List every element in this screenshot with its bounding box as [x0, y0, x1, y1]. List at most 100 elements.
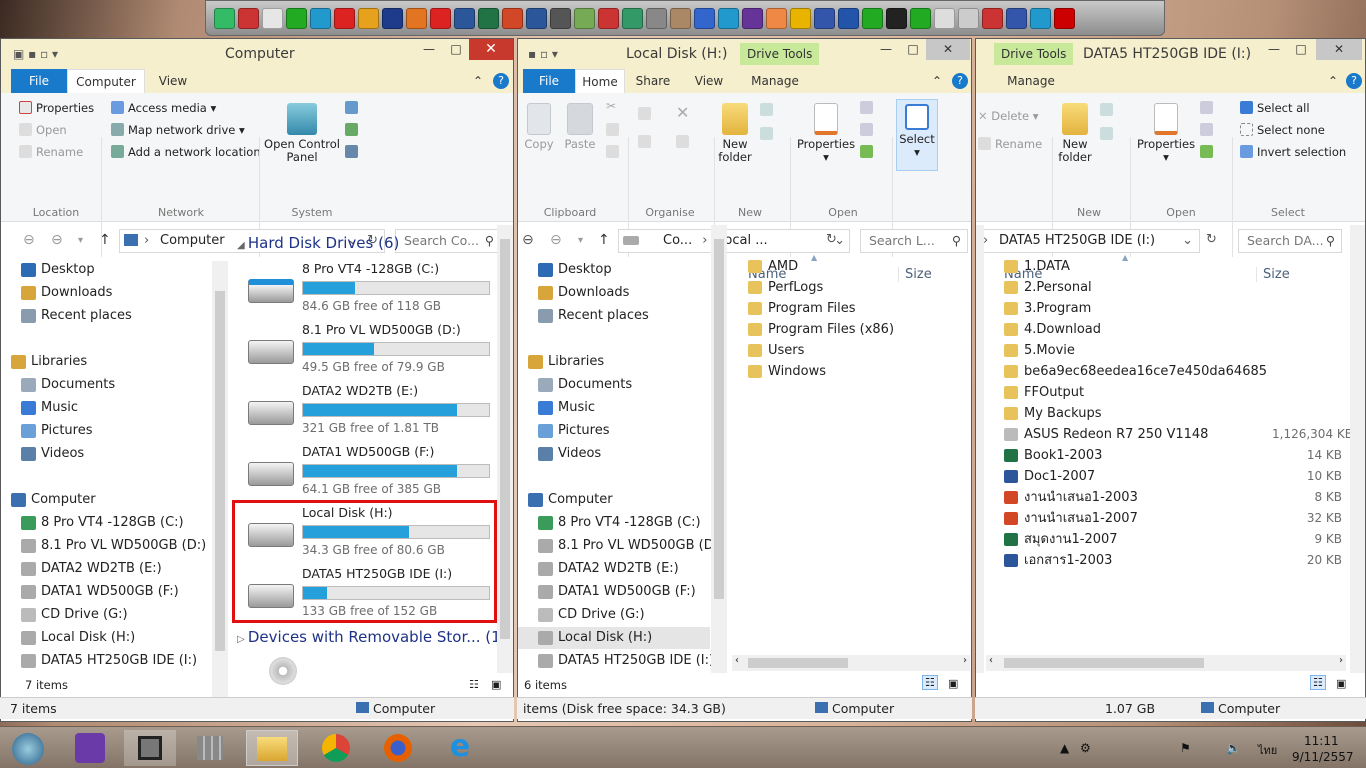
- launcher-app-icon[interactable]: [622, 7, 643, 29]
- list-item[interactable]: PerfLogs: [748, 277, 823, 298]
- nav-item[interactable]: Music: [1, 397, 211, 419]
- launcher-app-icon[interactable]: [982, 7, 1003, 29]
- nav-item[interactable]: Local Disk (H:): [1, 627, 211, 649]
- nav-item[interactable]: Local Disk (H:): [518, 627, 710, 649]
- launcher-app-icon[interactable]: [886, 7, 907, 29]
- nav-item[interactable]: 8.1 Pro VL WD500GB (D:): [1, 535, 211, 557]
- nav-item[interactable]: Downloads: [1, 282, 211, 304]
- firefox-icon[interactable]: [372, 730, 424, 766]
- forward-button[interactable]: ⊖: [550, 232, 562, 248]
- list-item[interactable]: Windows: [748, 361, 826, 382]
- nav-item[interactable]: CD Drive (G:): [518, 604, 710, 626]
- list-item[interactable]: AMD: [748, 256, 798, 277]
- access-media-button[interactable]: Access media ▾: [111, 101, 216, 115]
- edit-icon[interactable]: [860, 123, 873, 136]
- address-bar[interactable]: Co... › Local ... ⌄: [618, 229, 850, 253]
- open-icon[interactable]: [860, 101, 873, 114]
- delete-icon[interactable]: ✕: [676, 103, 689, 122]
- nav-item[interactable]: Pictures: [518, 420, 710, 442]
- list-item[interactable]: be6a9ec68eedea16ce7e450da64685: [1004, 361, 1344, 382]
- launcher-app-icon[interactable]: [838, 7, 859, 29]
- nav-scrollbar[interactable]: [711, 225, 727, 673]
- properties-button[interactable]: Properties: [19, 101, 94, 115]
- help-icon[interactable]: ?: [952, 73, 968, 89]
- properties-button[interactable]: Properties ▾: [1134, 103, 1198, 164]
- language-indicator[interactable]: ไทย: [1258, 741, 1277, 759]
- drive-tile[interactable]: DATA1 WD500GB (F:) 64.1 GB free of 385 GB: [246, 444, 496, 505]
- tab-manage[interactable]: Manage: [744, 69, 806, 93]
- invert-selection-button[interactable]: Invert selection: [1240, 145, 1346, 159]
- help-icon[interactable]: ?: [493, 73, 509, 89]
- back-button[interactable]: ⊖: [23, 232, 35, 248]
- search-box[interactable]: Search DA... ⚲: [1238, 229, 1342, 253]
- volume-icon[interactable]: 🔈: [1226, 741, 1241, 755]
- close-button[interactable]: ✕: [469, 39, 513, 60]
- details-view-icon[interactable]: ☷: [469, 678, 479, 691]
- rename-button[interactable]: Rename: [978, 137, 1042, 151]
- firewall-icon[interactable]: [184, 730, 236, 766]
- forward-button[interactable]: ⊖: [51, 232, 63, 248]
- tab-manage[interactable]: Manage: [1000, 69, 1062, 93]
- rename-button[interactable]: Rename: [19, 145, 83, 159]
- address-dropdown-icon[interactable]: ⌄: [1182, 230, 1193, 252]
- list-item[interactable]: 4.Download: [1004, 319, 1344, 340]
- tab-view[interactable]: View: [147, 69, 199, 93]
- chrome-icon[interactable]: [310, 730, 362, 766]
- launcher-app-icon[interactable]: [934, 7, 955, 29]
- list-item[interactable]: My Backups: [1004, 403, 1344, 424]
- list-item[interactable]: 3.Program: [1004, 298, 1344, 319]
- quick-access-toolbar[interactable]: ▣ ▪ ▫ ▾: [13, 47, 58, 61]
- app-window-icon[interactable]: [124, 730, 176, 766]
- nav-item[interactable]: Libraries: [1, 351, 211, 373]
- easy-access-icon[interactable]: [760, 127, 773, 140]
- horizontal-scrollbar[interactable]: ‹ ›: [986, 655, 1346, 671]
- up-button[interactable]: ↑: [598, 232, 610, 248]
- launcher-app-icon[interactable]: [958, 7, 979, 29]
- nav-item[interactable]: 8 Pro VT4 -128GB (C:): [1, 512, 211, 534]
- launcher-app-icon[interactable]: [262, 7, 283, 29]
- nav-item[interactable]: DATA2 WD2TB (E:): [1, 558, 211, 580]
- minimize-button[interactable]: —: [1262, 39, 1286, 60]
- map-network-drive-button[interactable]: Map network drive ▾: [111, 123, 245, 137]
- nav-item[interactable]: DATA1 WD500GB (F:): [1, 581, 211, 603]
- launcher-app-icon[interactable]: [526, 7, 547, 29]
- history-icon[interactable]: [860, 145, 873, 158]
- list-item[interactable]: Program Files: [748, 298, 856, 319]
- rename-icon[interactable]: [676, 135, 689, 148]
- ribbon-collapse-icon[interactable]: ⌃: [930, 69, 944, 93]
- scroll-thumb[interactable]: [748, 658, 848, 668]
- nav-item[interactable]: Downloads: [518, 282, 710, 304]
- launcher-app-icon[interactable]: [598, 7, 619, 29]
- search-box[interactable]: Search L... ⚲: [860, 229, 968, 253]
- history-icon[interactable]: [1200, 145, 1213, 158]
- list-item[interactable]: งานนำเสนอ1-2007 32 KB: [1004, 508, 1344, 529]
- content-scrollbar[interactable]: [497, 225, 513, 673]
- launcher-app-icon[interactable]: [406, 7, 427, 29]
- nav-item[interactable]: DATA1 WD500GB (F:): [518, 581, 710, 603]
- scroll-thumb[interactable]: [215, 291, 225, 651]
- scroll-thumb[interactable]: [1004, 658, 1204, 668]
- tab-file[interactable]: File: [523, 69, 575, 93]
- launcher-app-icon[interactable]: [1030, 7, 1051, 29]
- details-view-icon[interactable]: ☷: [1310, 675, 1326, 690]
- close-button[interactable]: ✕: [1316, 39, 1362, 60]
- close-button[interactable]: ✕: [926, 39, 970, 60]
- refresh-icon[interactable]: ↻: [826, 232, 837, 247]
- drive-tile[interactable]: 8.1 Pro VL WD500GB (D:) 49.5 GB free of 7…: [246, 322, 496, 383]
- properties-button[interactable]: Properties ▾: [794, 103, 858, 164]
- launcher-app-icon[interactable]: [1006, 7, 1027, 29]
- internet-explorer-icon[interactable]: e: [434, 730, 486, 766]
- nav-item[interactable]: DATA2 WD2TB (E:): [518, 558, 710, 580]
- launcher-app-icon[interactable]: [430, 7, 451, 29]
- new-folder-button[interactable]: New folder: [1054, 103, 1096, 164]
- large-icons-view-icon[interactable]: ▣: [948, 677, 958, 690]
- launcher-app-icon[interactable]: [766, 7, 787, 29]
- address-bar[interactable]: › DATA5 HT250GB IDE (I:) ⌄: [976, 229, 1200, 253]
- search-box[interactable]: Search Co... ⚲: [395, 229, 501, 253]
- up-button[interactable]: ↑: [99, 232, 111, 248]
- maximize-button[interactable]: □: [901, 39, 925, 60]
- nav-item[interactable]: 8.1 Pro VL WD500GB (D:): [518, 535, 723, 557]
- minimize-button[interactable]: —: [874, 39, 898, 60]
- file-explorer-icon[interactable]: [246, 730, 298, 766]
- launcher-app-icon[interactable]: [814, 7, 835, 29]
